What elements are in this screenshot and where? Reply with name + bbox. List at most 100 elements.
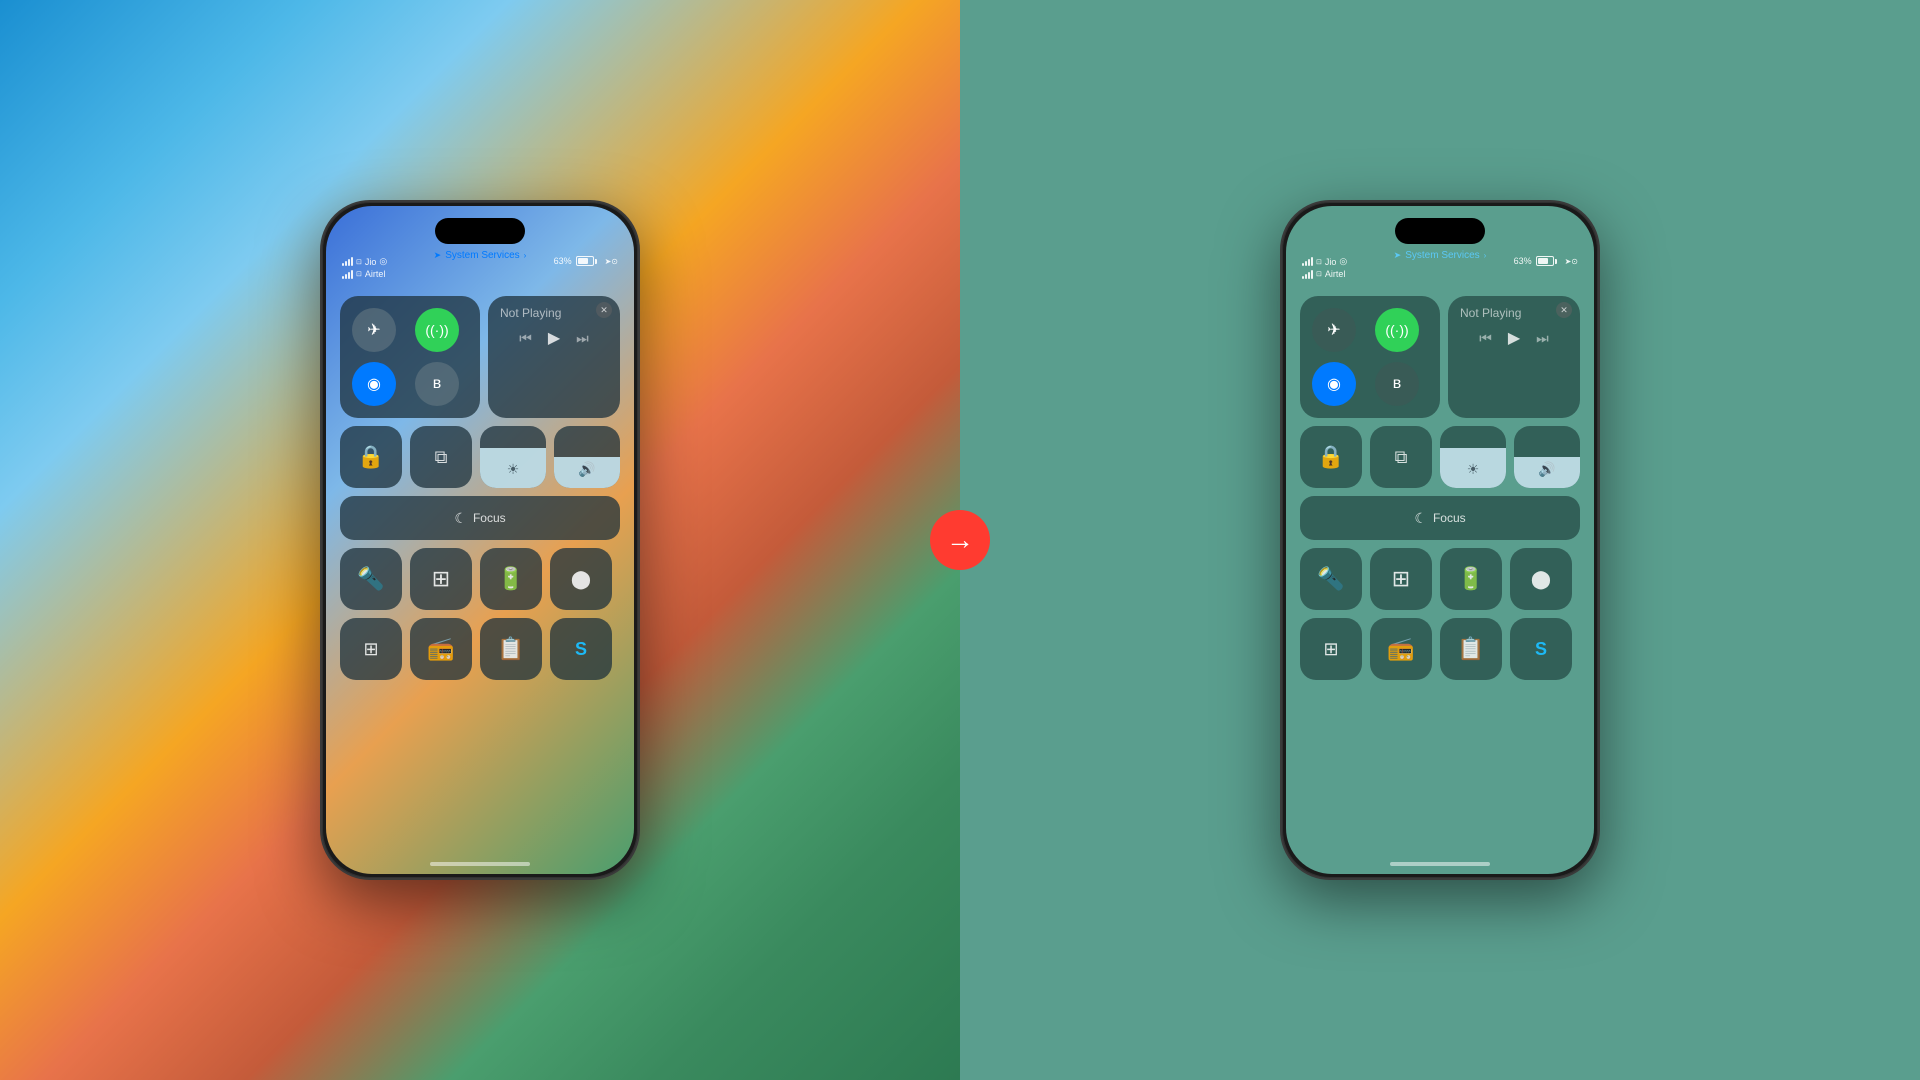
signal-bars-left-2 xyxy=(342,270,353,279)
qr-icon-right: ⊞ xyxy=(1323,639,1338,660)
connectivity-panel-right[interactable]: ✈ ((·)) ◉ ʙ xyxy=(1300,296,1440,418)
shazam-btn-left[interactable]: S xyxy=(550,618,612,680)
screen-record-btn-right[interactable]: ⬤ xyxy=(1510,548,1572,610)
mirror-icon-right: ⧉ xyxy=(1395,447,1408,468)
control-center-right: ✈ ((·)) ◉ ʙ ✕ xyxy=(1300,296,1580,680)
volume-icon-left: 🔊 xyxy=(578,461,595,478)
icon-row2-right: ⊞ 📻 📋 S xyxy=(1300,618,1580,680)
qr-icon-left: ⊞ xyxy=(363,639,378,660)
bluetooth-btn-left[interactable]: ʙ xyxy=(415,362,459,406)
cellular-icon-left: ((·)) xyxy=(425,322,448,338)
play-btn-right[interactable]: ▶ xyxy=(1508,328,1520,348)
bar2 xyxy=(345,261,347,266)
bar3br xyxy=(1308,272,1310,279)
remote-btn-left[interactable]: 📻 xyxy=(410,618,472,680)
calculator-btn-right[interactable]: ⊞ xyxy=(1370,548,1432,610)
wifi-signal-left: ◎ xyxy=(379,256,387,267)
moon-icon-right: ☾ xyxy=(1414,510,1427,527)
flashlight-btn-right[interactable]: 🔦 xyxy=(1300,548,1362,610)
battery-percent-left: 63% xyxy=(554,256,572,266)
right-background: ➤ System Services › ⊡ Jio xyxy=(960,0,1920,1080)
bar2b xyxy=(345,274,347,279)
media-close-left[interactable]: ✕ xyxy=(596,302,612,318)
flashlight-btn-left[interactable]: 🔦 xyxy=(340,548,402,610)
rewind-btn-right[interactable]: ⏮ xyxy=(1479,330,1492,347)
bar1br xyxy=(1302,276,1304,279)
phone-right: ➤ System Services › ⊡ Jio xyxy=(1280,200,1600,880)
volume-slider-left[interactable]: 🔊 xyxy=(554,426,620,488)
left-background: ➤ System Services › ⊡ Jio xyxy=(0,0,960,1080)
bar1 xyxy=(342,263,344,266)
battery-icon-right xyxy=(1536,256,1557,266)
wifi-btn-right[interactable]: ◉ xyxy=(1312,362,1356,406)
cellular-icon-right: ((·)) xyxy=(1385,322,1408,338)
calculator-btn-left[interactable]: ⊞ xyxy=(410,548,472,610)
focus-label-right: Focus xyxy=(1433,511,1466,525)
rewind-btn-left[interactable]: ⏮ xyxy=(519,330,532,347)
bluetooth-btn-right[interactable]: ʙ xyxy=(1375,362,1419,406)
shazam-icon-left: S xyxy=(575,639,587,660)
play-btn-left[interactable]: ▶ xyxy=(548,328,560,348)
bar3 xyxy=(348,259,350,266)
control-center-left: ✈ ((·)) ◉ ʙ ✕ xyxy=(340,296,620,680)
carrier2-row-right: ⊡ Airtel xyxy=(1302,269,1347,279)
bar2br xyxy=(1305,274,1307,279)
bluetooth-icon-right: ʙ xyxy=(1393,375,1402,393)
focus-btn-left[interactable]: ☾ Focus xyxy=(340,496,620,540)
carrier1-row-right: ⊡ Jio ◎ xyxy=(1302,256,1347,267)
wifi-btn-left[interactable]: ◉ xyxy=(352,362,396,406)
media-panel-left[interactable]: ✕ Not Playing ⏮ ▶ ⏭ xyxy=(488,296,620,418)
brightness-slider-left[interactable]: ☀ xyxy=(480,426,546,488)
media-panel-right[interactable]: ✕ Not Playing ⏮ ▶ ⏭ xyxy=(1448,296,1580,418)
screen-mirror-btn-left[interactable]: ⧉ xyxy=(410,426,472,488)
brightness-icon-right: ☀ xyxy=(1467,461,1480,478)
focus-label-left: Focus xyxy=(473,511,506,525)
status-right-left: 63% ➤⊙ xyxy=(554,256,618,266)
battery-percent-right: 63% xyxy=(1514,256,1532,266)
qr-scan-btn-right[interactable]: ⊞ xyxy=(1300,618,1362,680)
remote-icon-right: 📻 xyxy=(1387,636,1414,662)
battery-saver-icon-left: 🔋 xyxy=(497,566,524,592)
flashlight-icon-left: 🔦 xyxy=(357,566,384,592)
airplane-mode-btn-right[interactable]: ✈ xyxy=(1312,308,1356,352)
dynamic-island-left xyxy=(435,218,525,244)
lock-icon-left: 🔒 xyxy=(357,444,384,470)
battery-saver-icon-right: 🔋 xyxy=(1457,566,1484,592)
media-controls-right: ⏮ ▶ ⏭ xyxy=(1460,328,1568,348)
notes-btn-right[interactable]: 📋 xyxy=(1440,618,1502,680)
volume-slider-right[interactable]: 🔊 xyxy=(1514,426,1580,488)
cellular-btn-right[interactable]: ((·)) xyxy=(1375,308,1419,352)
screen-record-icon-left: ⬤ xyxy=(571,569,591,590)
connectivity-panel-left[interactable]: ✈ ((·)) ◉ ʙ xyxy=(340,296,480,418)
volume-icon-right: 🔊 xyxy=(1538,461,1555,478)
fast-forward-btn-right[interactable]: ⏭ xyxy=(1536,330,1549,347)
rotation-lock-btn-left[interactable]: 🔒 xyxy=(340,426,402,488)
calculator-icon-right: ⊞ xyxy=(1392,566,1410,592)
home-indicator-left xyxy=(430,862,530,866)
qr-scan-btn-left[interactable]: ⊞ xyxy=(340,618,402,680)
second-row-right: 🔒 ⧉ ☀ 🔊 xyxy=(1300,426,1580,488)
screen-mirror-btn-right[interactable]: ⧉ xyxy=(1370,426,1432,488)
focus-btn-right[interactable]: ☾ Focus xyxy=(1300,496,1580,540)
battery-saver-btn-left[interactable]: 🔋 xyxy=(480,548,542,610)
remote-icon-left: 📻 xyxy=(427,636,454,662)
airplane-mode-btn-left[interactable]: ✈ xyxy=(352,308,396,352)
remote-btn-right[interactable]: 📻 xyxy=(1370,618,1432,680)
bar3b xyxy=(348,272,350,279)
notes-btn-left[interactable]: 📋 xyxy=(480,618,542,680)
bar4 xyxy=(351,257,353,266)
shazam-btn-right[interactable]: S xyxy=(1510,618,1572,680)
wifi-signal-right: ◎ xyxy=(1339,256,1347,267)
media-close-right[interactable]: ✕ xyxy=(1556,302,1572,318)
cellular-btn-left[interactable]: ((·)) xyxy=(415,308,459,352)
screen-record-btn-left[interactable]: ⬤ xyxy=(550,548,612,610)
status-right-right: 63% ➤⊙ xyxy=(1514,256,1578,266)
fast-forward-btn-left[interactable]: ⏭ xyxy=(576,330,589,347)
bar3r xyxy=(1308,259,1310,266)
rotation-lock-btn-right[interactable]: 🔒 xyxy=(1300,426,1362,488)
brightness-slider-right[interactable]: ☀ xyxy=(1440,426,1506,488)
media-title-right: Not Playing xyxy=(1460,306,1568,320)
location-status-left: ➤⊙ xyxy=(605,257,618,266)
battery-saver-btn-right[interactable]: 🔋 xyxy=(1440,548,1502,610)
phone-left-screen: ➤ System Services › ⊡ Jio xyxy=(326,206,634,874)
